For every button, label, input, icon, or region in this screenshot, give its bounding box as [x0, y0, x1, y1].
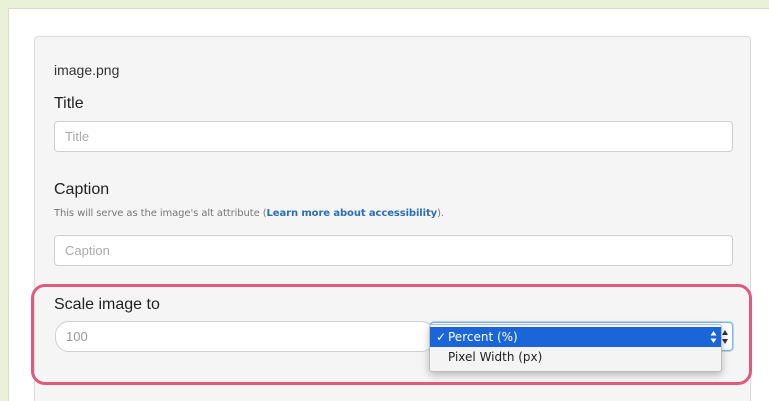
accessibility-link[interactable]: Learn more about accessibility [267, 208, 438, 219]
select-arrows-icon [710, 331, 717, 343]
option-label: Percent (%) [448, 330, 518, 344]
file-name: image.png [54, 62, 120, 78]
scale-unit-dropdown-menu: ✓ Percent (%) Pixel Width (px) [429, 324, 722, 372]
caption-input[interactable] [54, 235, 733, 266]
option-label: Pixel Width (px) [448, 350, 543, 364]
title-label: Title [54, 95, 84, 112]
scale-value-text: 100 [66, 329, 88, 344]
select-arrows-icon [722, 330, 728, 344]
option-pixel-width[interactable]: Pixel Width (px) [430, 347, 721, 367]
caption-helper-suffix: ). [437, 208, 444, 219]
scale-value-input[interactable]: 100 [55, 321, 435, 352]
checkmark-icon: ✓ [436, 330, 447, 344]
option-percent[interactable]: ✓ Percent (%) [430, 327, 721, 347]
title-input[interactable] [54, 121, 733, 152]
scale-label: Scale image to [54, 296, 160, 313]
caption-label: Caption [54, 181, 110, 198]
caption-helper-prefix: This will serve as the image's alt attri… [54, 208, 267, 219]
caption-helper-text: This will serve as the image's alt attri… [54, 208, 444, 219]
